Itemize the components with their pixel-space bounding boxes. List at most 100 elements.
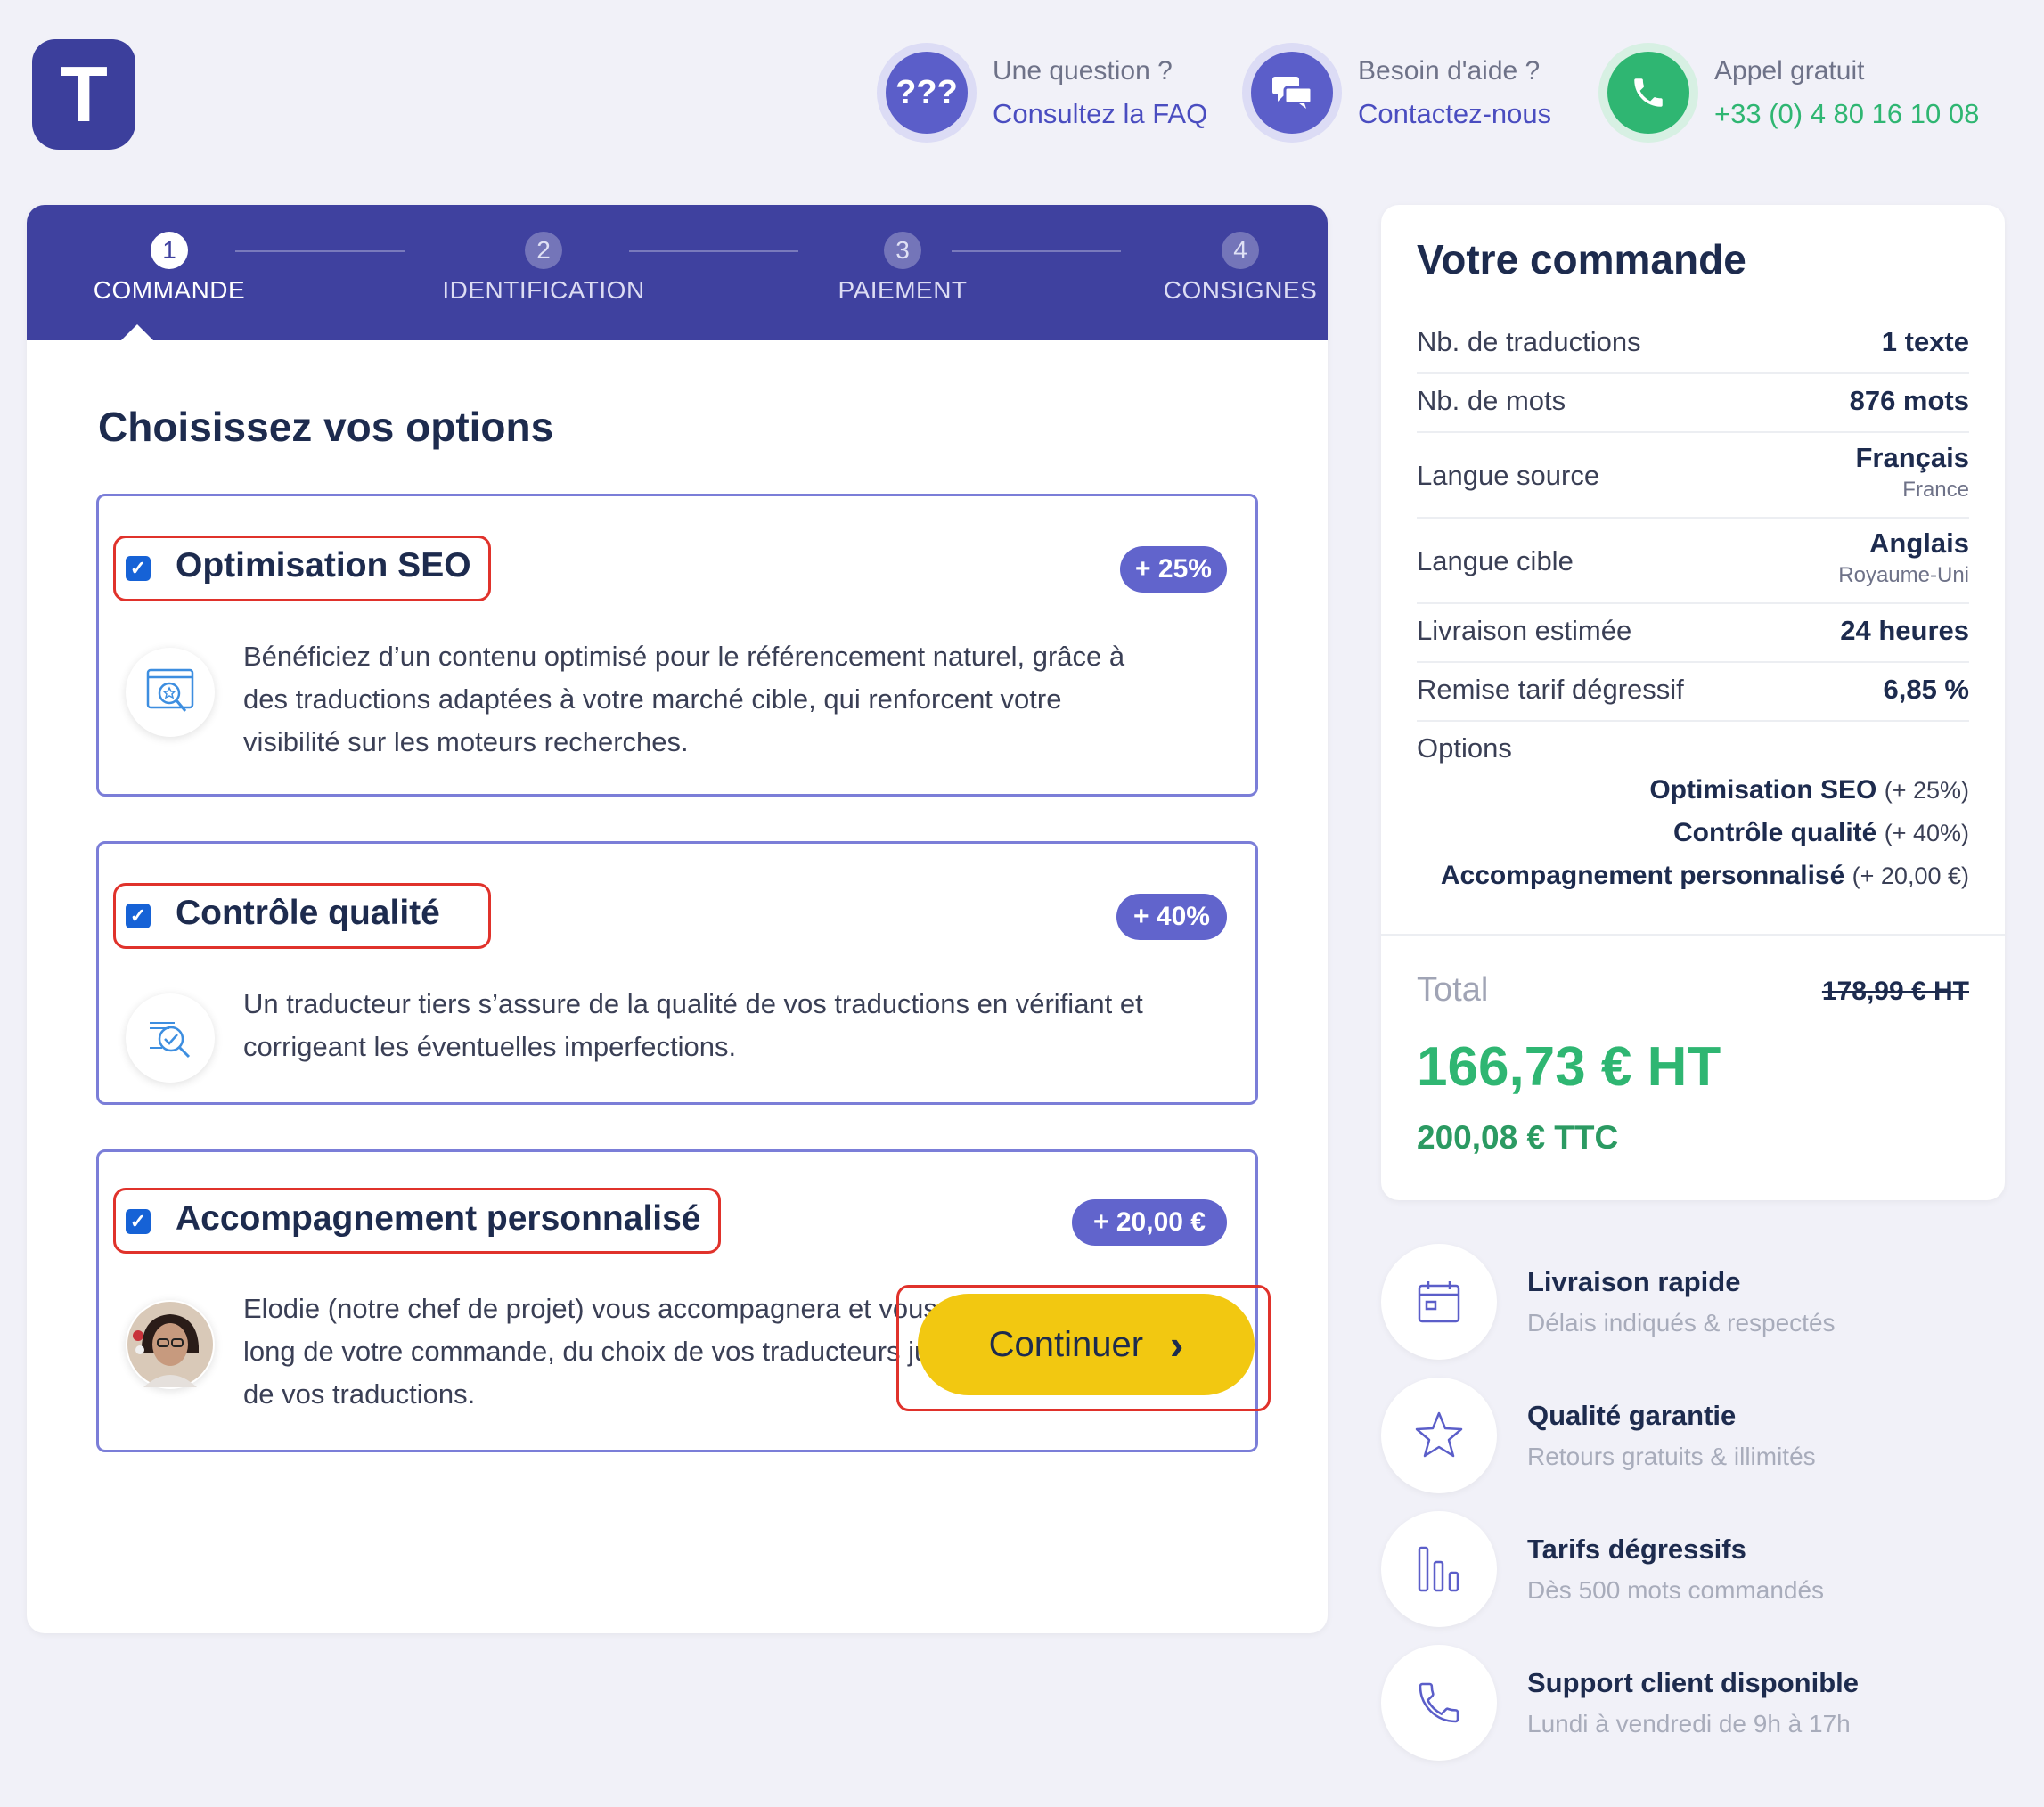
option-card-seo[interactable]: ✓ Optimisation SEO + 25% Bénéficiez d’un… bbox=[96, 494, 1258, 797]
option-description: Un traducteur tiers s’assure de la quali… bbox=[243, 983, 1143, 1068]
price-badge: + 40% bbox=[1116, 894, 1227, 940]
checkout-stepper: 1 COMMANDE 2 IDENTIFICATION 3 PAIEMENT 4… bbox=[27, 205, 1328, 340]
row-value: Français bbox=[1855, 442, 1969, 473]
description-line: Bénéficiez d’un contenu optimisé pour le… bbox=[243, 641, 1125, 672]
active-step-pointer bbox=[121, 324, 153, 340]
feature-title: Qualité garantie bbox=[1527, 1400, 1737, 1431]
step-label: COMMANDE bbox=[93, 276, 246, 304]
feature-quality: Qualité garantie Retours gratuits & illi… bbox=[1381, 1378, 1816, 1493]
summary-divider bbox=[1381, 934, 2005, 936]
step-connector bbox=[629, 250, 798, 252]
price-ht: 166,73 € HT bbox=[1417, 1036, 1721, 1098]
phone-icon-ring bbox=[1598, 43, 1698, 143]
summary-option: Contrôle qualité (+ 40%) bbox=[1673, 818, 1969, 847]
option-card-quality[interactable]: ✓ Contrôle qualité + 40% Un traducteur t… bbox=[96, 841, 1258, 1105]
step-number: 3 bbox=[884, 232, 921, 269]
summary-option: Optimisation SEO (+ 25%) bbox=[1649, 775, 1969, 805]
step-number: 1 bbox=[151, 232, 188, 269]
option-title: Accompagnement personnalisé bbox=[176, 1199, 701, 1238]
phone-handset-icon bbox=[1607, 52, 1689, 134]
step-number: 2 bbox=[525, 232, 562, 269]
chat-icon-ring bbox=[1242, 43, 1342, 143]
project-manager-avatar bbox=[126, 1300, 215, 1389]
row-label: Livraison estimée bbox=[1417, 615, 1632, 646]
option-description: Bénéficiez d’un contenu optimisé pour le… bbox=[243, 635, 1124, 764]
summary-title: Votre commande bbox=[1417, 236, 1746, 282]
header-phone[interactable]: Appel gratuit +33 (0) 4 80 16 10 08 bbox=[1598, 43, 1979, 143]
feature-support: Support client disponible Lundi à vendre… bbox=[1381, 1645, 1859, 1761]
description-line: visibilité sur les moteurs recherches. bbox=[243, 726, 689, 757]
summary-row: Langue cible Anglais Royaume-Uni bbox=[1417, 519, 1969, 604]
description-line: corrigeant les éventuelles imperfections… bbox=[243, 1031, 737, 1062]
step-consignes[interactable]: 4 CONSIGNES bbox=[1132, 232, 1328, 305]
header-help[interactable]: Besoin d'aide ? Contactez-nous bbox=[1242, 43, 1551, 143]
order-summary: Votre commande Nb. de traductions 1 text… bbox=[1381, 205, 2005, 1200]
summary-row: Livraison estimée 24 heures bbox=[1417, 604, 1969, 663]
phone-number-link[interactable]: +33 (0) 4 80 16 10 08 bbox=[1714, 93, 1979, 135]
step-connector bbox=[952, 250, 1121, 252]
feature-subtitle: Délais indiqués & respectés bbox=[1527, 1309, 1836, 1337]
support-checkbox[interactable]: ✓ bbox=[126, 1209, 151, 1234]
summary-option: Accompagnement personnalisé (+ 20,00 €) bbox=[1440, 861, 1969, 890]
price-badge: + 25% bbox=[1120, 546, 1227, 593]
summary-row: Nb. de traductions 1 texte bbox=[1417, 315, 1969, 374]
description-line: des traductions adaptées à votre marché … bbox=[243, 683, 1062, 715]
help-caption: Besoin d'aide ? bbox=[1358, 56, 1541, 86]
row-label: Remise tarif dégressif bbox=[1417, 674, 1684, 705]
logo-letter: T bbox=[60, 50, 108, 138]
continue-button[interactable]: Continuer › bbox=[918, 1294, 1255, 1395]
row-value: 1 texte bbox=[1881, 326, 1969, 357]
summary-row: Langue source Français France bbox=[1417, 433, 1969, 519]
feature-title: Tarifs dégressifs bbox=[1527, 1533, 1746, 1565]
contact-link[interactable]: Contactez-nous bbox=[1358, 93, 1551, 135]
seo-search-icon bbox=[126, 648, 215, 737]
page-title: Choisissez vos options bbox=[98, 404, 554, 450]
faq-link[interactable]: Consultez la FAQ bbox=[993, 93, 1207, 135]
summary-row: Nb. de mots 876 mots bbox=[1417, 374, 1969, 433]
price-badge: + 20,00 € bbox=[1072, 1199, 1227, 1246]
step-number: 4 bbox=[1222, 232, 1259, 269]
step-paiement[interactable]: 3 PAIEMENT bbox=[802, 232, 1003, 305]
row-subvalue: France bbox=[1902, 478, 1969, 502]
step-identification[interactable]: 2 IDENTIFICATION bbox=[410, 232, 677, 305]
faq-icon-ring: ??? bbox=[877, 43, 977, 143]
step-commande[interactable]: 1 COMMANDE bbox=[69, 232, 269, 305]
row-value: 24 heures bbox=[1840, 615, 1969, 646]
row-label: Langue source bbox=[1417, 460, 1600, 491]
description-line: Un traducteur tiers s’assure de la quali… bbox=[243, 988, 1143, 1019]
seo-checkbox[interactable]: ✓ bbox=[126, 556, 151, 581]
price-ttc: 200,08 € TTC bbox=[1417, 1119, 1619, 1156]
quality-checkbox[interactable]: ✓ bbox=[126, 904, 151, 928]
phone-caption: Appel gratuit bbox=[1714, 56, 1865, 86]
quality-check-icon bbox=[126, 993, 215, 1083]
star-icon bbox=[1381, 1378, 1497, 1493]
feature-subtitle: Dès 500 mots commandés bbox=[1527, 1576, 1825, 1604]
summary-row: Remise tarif dégressif 6,85 % bbox=[1417, 663, 1969, 722]
header-faq[interactable]: ??? Une question ? Consultez la FAQ bbox=[877, 43, 1207, 143]
phone-icon bbox=[1381, 1645, 1497, 1761]
option-title: Optimisation SEO bbox=[176, 546, 471, 585]
continue-label: Continuer bbox=[988, 1324, 1144, 1364]
row-value: Anglais bbox=[1869, 527, 1969, 559]
question-marks-icon: ??? bbox=[886, 52, 968, 134]
option-title: Contrôle qualité bbox=[176, 894, 440, 932]
feature-subtitle: Retours gratuits & illimités bbox=[1527, 1443, 1816, 1470]
row-label: Langue cible bbox=[1417, 545, 1574, 576]
old-price: 178,99 € HT bbox=[1821, 977, 1969, 1006]
feature-pricing: Tarifs dégressifs Dès 500 mots commandés bbox=[1381, 1511, 1824, 1627]
step-label: CONSIGNES bbox=[1163, 276, 1318, 304]
site-logo[interactable]: T bbox=[32, 39, 135, 150]
row-label: Nb. de mots bbox=[1417, 385, 1566, 416]
faq-caption: Une question ? bbox=[993, 56, 1173, 86]
feature-subtitle: Lundi à vendredi de 9h à 17h bbox=[1527, 1710, 1851, 1738]
row-subvalue: Royaume-Uni bbox=[1838, 563, 1969, 587]
feature-title: Livraison rapide bbox=[1527, 1266, 1741, 1297]
order-options-panel: 1 COMMANDE 2 IDENTIFICATION 3 PAIEMENT 4… bbox=[27, 205, 1328, 1633]
chat-bubbles-icon bbox=[1251, 52, 1333, 134]
row-value: 876 mots bbox=[1849, 385, 1969, 416]
step-label: IDENTIFICATION bbox=[442, 276, 645, 304]
chevron-right-icon: › bbox=[1170, 1321, 1184, 1368]
bar-chart-icon bbox=[1381, 1511, 1497, 1627]
feature-fast-delivery: Livraison rapide Délais indiqués & respe… bbox=[1381, 1244, 1836, 1360]
row-label: Nb. de traductions bbox=[1417, 326, 1641, 357]
